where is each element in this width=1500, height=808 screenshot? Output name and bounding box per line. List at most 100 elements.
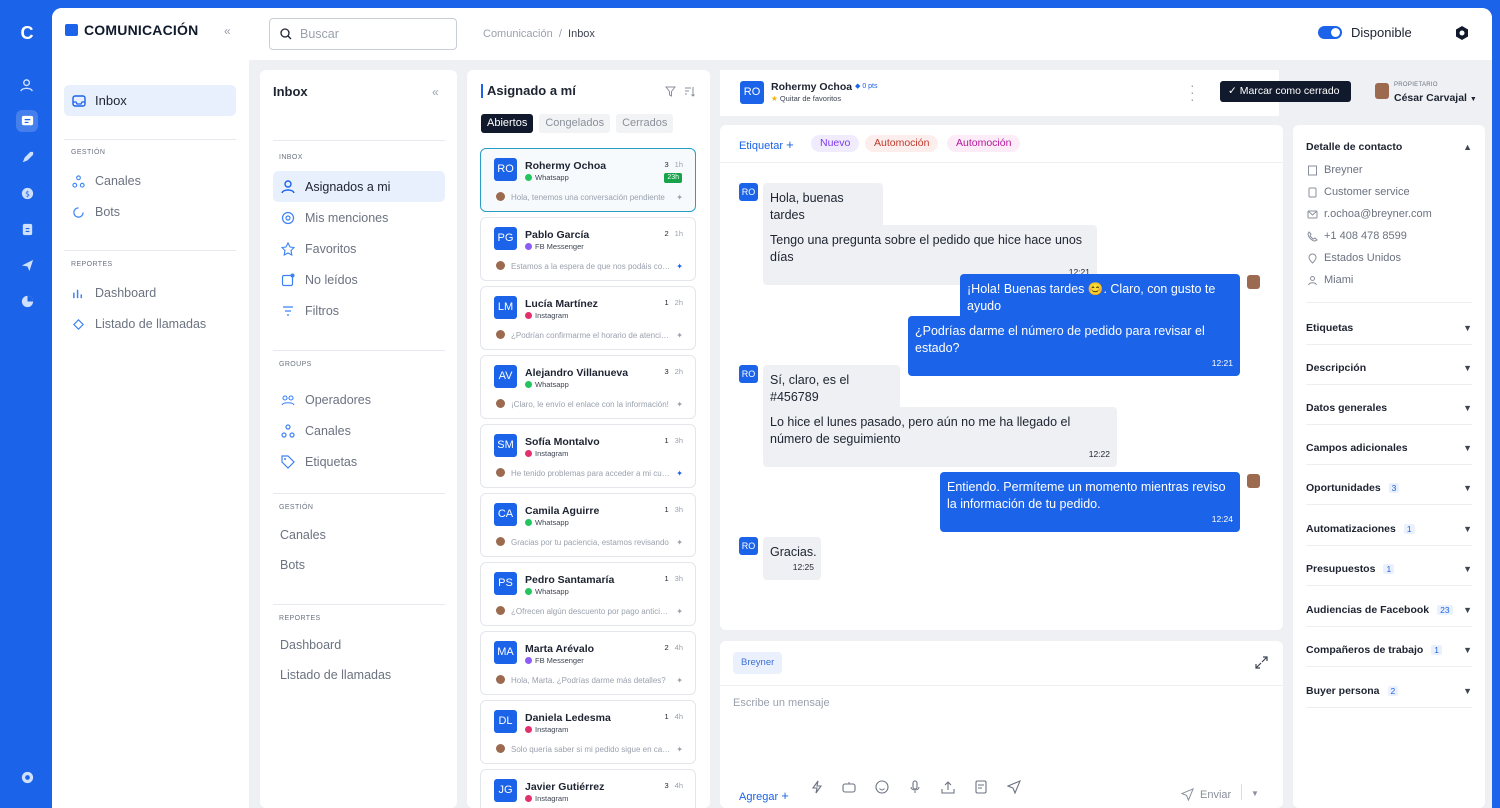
search-input[interactable]: Buscar bbox=[269, 18, 457, 50]
conversation-card[interactable]: PS Pedro Santamaría Whatsapp 1 3h ¿Ofrece… bbox=[480, 562, 696, 626]
availability-toggle[interactable] bbox=[1318, 26, 1342, 39]
conversation-card[interactable]: SM Sofía Montalvo Instagram 1 3h He tenid… bbox=[480, 424, 696, 488]
conversation-card[interactable]: AV Alejandro Villanueva Whatsapp 3 2h ¡Cl… bbox=[480, 355, 696, 419]
microphone-icon[interactable] bbox=[909, 780, 921, 794]
contacts-icon[interactable] bbox=[16, 74, 38, 96]
divider bbox=[1306, 545, 1472, 546]
expand-icon[interactable] bbox=[1255, 656, 1268, 669]
contact-section[interactable]: Buyer persona 2 ▼ bbox=[1306, 685, 1472, 697]
conversation-card[interactable]: DL Daniela Ledesma Instagram 1 4h Solo qu… bbox=[480, 700, 696, 764]
contact-phone[interactable]: +1 408 478 8599 bbox=[1307, 230, 1407, 242]
channel-icon bbox=[525, 726, 532, 733]
conversation-card[interactable]: LM Lucía Martínez Instagram 1 2h ¿Podrían… bbox=[480, 286, 696, 350]
sidebar-item-llamadas[interactable]: Listado de llamadas bbox=[72, 317, 206, 331]
contact-section[interactable]: Datos generales ▼ bbox=[1306, 402, 1472, 414]
agent-avatar bbox=[496, 537, 505, 546]
send-button[interactable]: Enviar bbox=[1181, 788, 1231, 801]
send-icon[interactable] bbox=[16, 254, 38, 276]
section-reportes: REPORTES bbox=[71, 261, 113, 268]
sort-icon[interactable] bbox=[684, 86, 695, 97]
conversation-meta: 1 3h bbox=[664, 436, 683, 445]
conversation-card[interactable]: JG Javier Gutiérrez Instagram 3 4h bbox=[480, 769, 696, 808]
sidebar-item-inbox[interactable]: Inbox bbox=[64, 85, 236, 116]
pin-icon[interactable]: ✦ bbox=[676, 538, 683, 547]
contact-email[interactable]: r.ochoa@breyner.com bbox=[1307, 208, 1432, 220]
pin-icon[interactable]: ✦ bbox=[676, 262, 683, 271]
dollar-icon[interactable]: $ bbox=[16, 182, 38, 204]
reportes-dashboard[interactable]: Dashboard bbox=[280, 638, 341, 652]
note-icon[interactable] bbox=[975, 780, 987, 794]
group-operadores[interactable]: Operadores bbox=[273, 384, 445, 415]
app-logo[interactable]: C bbox=[18, 24, 36, 42]
pie-chart-icon[interactable] bbox=[16, 290, 38, 312]
pin-icon[interactable]: ✦ bbox=[676, 607, 683, 616]
collapse-panel-icon[interactable]: « bbox=[432, 85, 439, 99]
contact-section[interactable]: Presupuestos 1 ▼ bbox=[1306, 563, 1472, 575]
chat-icon[interactable] bbox=[16, 110, 38, 132]
contact-section[interactable]: Campos adicionales ▼ bbox=[1306, 442, 1472, 454]
lightning-icon[interactable] bbox=[811, 780, 823, 794]
pin-icon[interactable]: ✦ bbox=[676, 331, 683, 340]
filter-menciones[interactable]: Mis menciones bbox=[273, 202, 445, 233]
contact-section[interactable]: Audiencias de Facebook 23 ▼ bbox=[1306, 604, 1472, 616]
contact-city: Miami bbox=[1307, 274, 1353, 286]
group-etiquetas[interactable]: Etiquetas bbox=[273, 446, 445, 477]
pin-icon[interactable]: ✦ bbox=[676, 400, 683, 409]
filter-icon[interactable] bbox=[665, 86, 676, 97]
add-attachment-button[interactable]: Agregar + bbox=[739, 788, 789, 803]
owner-select[interactable]: César Carvajal ▼ bbox=[1394, 92, 1477, 104]
breadcrumb-parent[interactable]: Comunicación bbox=[483, 28, 553, 40]
collapse-sidebar-icon[interactable]: « bbox=[224, 24, 231, 38]
message-input[interactable]: Escribe un mensaje bbox=[733, 697, 1263, 709]
filter-no-leidos[interactable]: No leídos bbox=[273, 264, 445, 295]
breadcrumb: Comunicación / Inbox bbox=[483, 28, 595, 40]
tab-congelados[interactable]: Congelados bbox=[539, 114, 611, 133]
tab-cerrados[interactable]: Cerrados bbox=[616, 114, 674, 133]
pin-icon[interactable]: ✦ bbox=[676, 469, 683, 478]
conversation-card[interactable]: RO Rohermy Ochoa Whatsapp 3 1h 23h Hola, … bbox=[480, 148, 696, 212]
contact-section[interactable]: Oportunidades 3 ▼ bbox=[1306, 482, 1472, 494]
tag-pill-automocion[interactable]: Automoción bbox=[865, 135, 939, 152]
message-count: 2 bbox=[664, 643, 669, 652]
sidebar-item-dashboard[interactable]: Dashboard bbox=[72, 286, 156, 300]
filter-favoritos[interactable]: Favoritos bbox=[273, 233, 445, 264]
pin-icon[interactable]: ✦ bbox=[676, 745, 683, 754]
contact-section[interactable]: Automatizaciones 1 ▼ bbox=[1306, 523, 1472, 535]
sidebar-item-canales[interactable]: Canales bbox=[72, 174, 141, 188]
gestion-canales[interactable]: Canales bbox=[280, 528, 326, 542]
gestion-bots[interactable]: Bots bbox=[280, 558, 305, 572]
remove-favorite-link[interactable]: ★ Quitar de favoritos bbox=[771, 94, 841, 103]
filter-filtros[interactable]: Filtros bbox=[273, 295, 445, 326]
emoji-icon[interactable] bbox=[875, 780, 889, 794]
upload-icon[interactable] bbox=[941, 780, 955, 794]
conversation-card[interactable]: CA Camila Aguirre Whatsapp 1 3h Gracias p… bbox=[480, 493, 696, 557]
mark-closed-button[interactable]: ✓ Marcar como cerrado bbox=[1220, 81, 1351, 102]
hexagon-settings-icon[interactable] bbox=[1454, 25, 1470, 41]
filter-asignados[interactable]: Asignados a mi bbox=[273, 171, 445, 202]
settings-icon[interactable] bbox=[16, 766, 38, 788]
message-bubble: Entiendo. Permíteme un momento mientras … bbox=[940, 472, 1240, 532]
bot-icon[interactable] bbox=[842, 781, 856, 793]
recipient-chip[interactable]: Breyner bbox=[733, 652, 783, 674]
contact-role-value: Customer service bbox=[1324, 186, 1410, 198]
pin-icon[interactable]: ✦ bbox=[676, 193, 683, 202]
contact-section[interactable]: Descripción ▼ bbox=[1306, 362, 1472, 374]
tag-pill-automocion-2[interactable]: Automoción bbox=[947, 135, 1021, 152]
conversation-card[interactable]: MA Marta Arévalo FB Messenger 2 4h Hola, … bbox=[480, 631, 696, 695]
contact-details-header[interactable]: Detalle de contacto ▲ bbox=[1306, 141, 1472, 153]
reportes-llamadas[interactable]: Listado de llamadas bbox=[280, 668, 391, 682]
more-options-icon[interactable]: · · · bbox=[1190, 78, 1195, 106]
conversation-card[interactable]: PG Pablo García FB Messenger 2 1h Estamos… bbox=[480, 217, 696, 281]
pin-icon[interactable]: ✦ bbox=[676, 676, 683, 685]
sidebar-item-bots[interactable]: Bots bbox=[72, 205, 120, 219]
add-tag-button[interactable]: Etiquetar + bbox=[739, 137, 794, 152]
send-options-chevron-icon[interactable]: ▼ bbox=[1251, 789, 1259, 798]
contact-section[interactable]: Etiquetas ▼ bbox=[1306, 322, 1472, 334]
clipboard-icon[interactable] bbox=[16, 218, 38, 240]
tag-pill-nuevo[interactable]: Nuevo bbox=[811, 135, 860, 152]
contact-section[interactable]: Compañeros de trabajo 1 ▼ bbox=[1306, 644, 1472, 656]
tab-abiertos[interactable]: Abiertos bbox=[481, 114, 534, 133]
group-canales[interactable]: Canales bbox=[273, 415, 445, 446]
paper-plane-icon[interactable] bbox=[1007, 780, 1021, 794]
rocket-icon[interactable] bbox=[16, 146, 38, 168]
